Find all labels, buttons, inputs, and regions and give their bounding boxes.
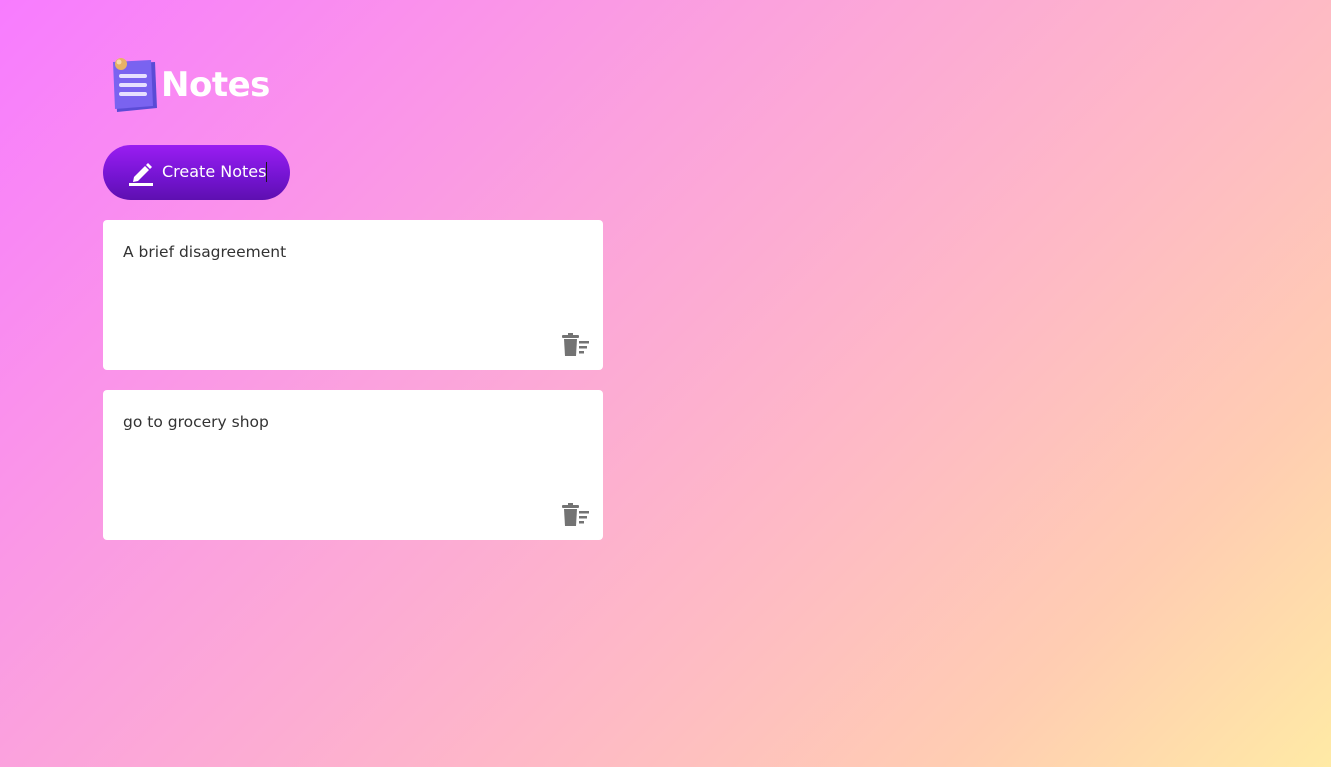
create-notes-button[interactable]: Create Notes	[103, 145, 290, 200]
notes-app: Notes Create Notes A brief disagreement	[103, 56, 603, 560]
note-card[interactable]: A brief disagreement	[103, 220, 603, 370]
delete-note-button[interactable]	[562, 333, 590, 357]
delete-note-button[interactable]	[562, 503, 590, 527]
note-card[interactable]: go to grocery shop	[103, 390, 603, 540]
pencil-icon	[127, 160, 154, 186]
notes-list: A brief disagreement go to grocery shop	[103, 220, 603, 540]
delete-note-icon	[562, 503, 589, 526]
app-header: Notes	[103, 56, 603, 114]
note-text[interactable]: A brief disagreement	[123, 242, 583, 262]
note-text[interactable]: go to grocery shop	[123, 412, 583, 432]
text-cursor	[266, 161, 268, 182]
create-notes-label: Create Notes	[162, 161, 268, 183]
notepad-icon	[107, 56, 163, 114]
app-title: Notes	[161, 65, 270, 105]
create-notes-text: Create Notes	[162, 162, 267, 182]
delete-note-icon	[562, 333, 589, 356]
